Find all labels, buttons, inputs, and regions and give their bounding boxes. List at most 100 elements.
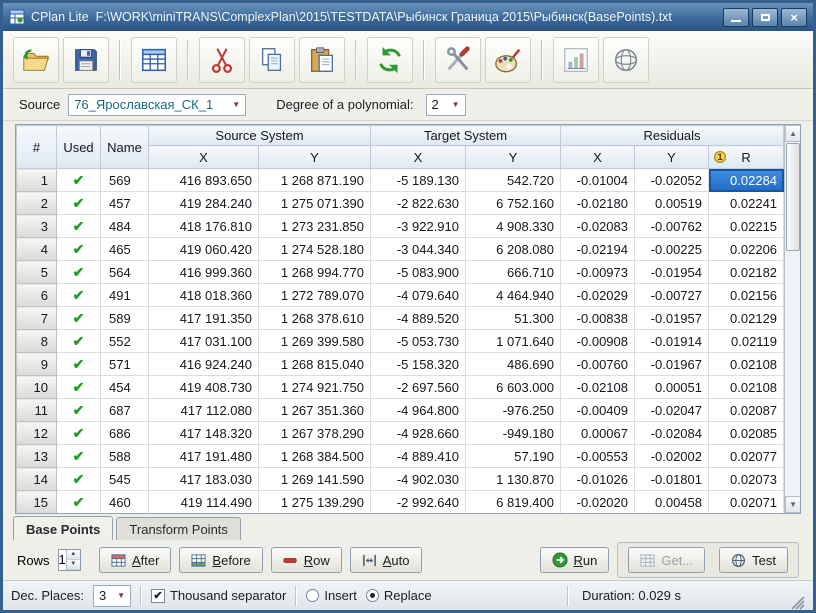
target-x-cell[interactable]: -2 992.640 xyxy=(371,491,466,514)
thousand-separator-checkbox[interactable]: ✔ xyxy=(151,589,165,603)
row-number-cell[interactable]: 14 xyxy=(17,468,57,491)
residual-r-cell[interactable]: 0.02206 xyxy=(709,238,784,261)
residual-x-cell[interactable]: -0.00553 xyxy=(561,445,635,468)
table-button[interactable] xyxy=(131,37,177,83)
residual-y-cell[interactable]: -0.01914 xyxy=(635,330,709,353)
source-y-cell[interactable]: 1 273 231.850 xyxy=(259,215,371,238)
replace-radio[interactable] xyxy=(366,589,379,602)
residual-x-cell[interactable]: -0.02083 xyxy=(561,215,635,238)
vertical-scrollbar[interactable]: ▲ ▼ xyxy=(784,125,801,513)
palette-button[interactable] xyxy=(485,37,531,83)
target-x-cell[interactable]: -5 189.130 xyxy=(371,169,466,192)
residual-x-cell[interactable]: -0.02194 xyxy=(561,238,635,261)
target-x-cell[interactable]: -4 902.030 xyxy=(371,468,466,491)
used-cell[interactable]: ✔ xyxy=(57,261,101,284)
source-y-cell[interactable]: 1 267 378.290 xyxy=(259,422,371,445)
tab-base-points[interactable]: Base Points xyxy=(13,516,113,540)
refresh-button[interactable] xyxy=(367,37,413,83)
target-x-cell[interactable]: -5 053.730 xyxy=(371,330,466,353)
source-y-cell[interactable]: 1 268 384.500 xyxy=(259,445,371,468)
get-button[interactable]: Get... xyxy=(628,547,705,573)
residual-r-cell[interactable]: 0.02215 xyxy=(709,215,784,238)
column-header-source-y[interactable]: Y xyxy=(259,146,371,169)
used-cell[interactable]: ✔ xyxy=(57,399,101,422)
residual-x-cell[interactable]: -0.01026 xyxy=(561,468,635,491)
used-cell[interactable]: ✔ xyxy=(57,422,101,445)
target-y-cell[interactable]: -949.180 xyxy=(466,422,561,445)
scrollbar-thumb[interactable] xyxy=(786,143,800,251)
residual-y-cell[interactable]: 0.00458 xyxy=(635,491,709,514)
target-y-cell[interactable]: 4 908.330 xyxy=(466,215,561,238)
source-x-cell[interactable]: 417 148.320 xyxy=(149,422,259,445)
tab-transform-points[interactable]: Transform Points xyxy=(116,517,241,540)
residual-y-cell[interactable]: 0.00051 xyxy=(635,376,709,399)
source-x-cell[interactable]: 418 018.360 xyxy=(149,284,259,307)
column-header-name[interactable]: Name xyxy=(101,126,149,169)
run-button[interactable]: Run xyxy=(540,547,610,573)
source-y-cell[interactable]: 1 269 399.580 xyxy=(259,330,371,353)
minimize-button[interactable] xyxy=(723,8,749,27)
residual-r-cell[interactable]: 0.02073 xyxy=(709,468,784,491)
target-x-cell[interactable]: -2 822.630 xyxy=(371,192,466,215)
source-x-cell[interactable]: 419 060.420 xyxy=(149,238,259,261)
scrollbar-track[interactable] xyxy=(785,252,801,496)
row-number-cell[interactable]: 6 xyxy=(17,284,57,307)
name-cell[interactable]: 454 xyxy=(101,376,149,399)
target-y-cell[interactable]: 6 819.400 xyxy=(466,491,561,514)
paste-button[interactable] xyxy=(299,37,345,83)
target-y-cell[interactable]: 486.690 xyxy=(466,353,561,376)
scroll-up-button[interactable]: ▲ xyxy=(785,125,801,142)
name-cell[interactable]: 589 xyxy=(101,307,149,330)
target-x-cell[interactable]: -4 964.800 xyxy=(371,399,466,422)
name-cell[interactable]: 545 xyxy=(101,468,149,491)
used-cell[interactable]: ✔ xyxy=(57,192,101,215)
source-x-cell[interactable]: 417 031.100 xyxy=(149,330,259,353)
row-number-cell[interactable]: 13 xyxy=(17,445,57,468)
source-y-cell[interactable]: 1 268 815.040 xyxy=(259,353,371,376)
source-x-cell[interactable]: 419 408.730 xyxy=(149,376,259,399)
target-x-cell[interactable]: -4 889.410 xyxy=(371,445,466,468)
target-x-cell[interactable]: -2 697.560 xyxy=(371,376,466,399)
rows-value[interactable]: 1 xyxy=(59,550,66,570)
column-header-residual-x[interactable]: X xyxy=(561,146,635,169)
row-number-cell[interactable]: 8 xyxy=(17,330,57,353)
globe-button[interactable] xyxy=(603,37,649,83)
target-y-cell[interactable]: 666.710 xyxy=(466,261,561,284)
degree-combobox[interactable]: 2 ▼ xyxy=(426,94,466,116)
residual-y-cell[interactable]: -0.02052 xyxy=(635,169,709,192)
save-button[interactable] xyxy=(63,37,109,83)
row-number-cell[interactable]: 7 xyxy=(17,307,57,330)
residual-x-cell[interactable]: -0.02108 xyxy=(561,376,635,399)
target-x-cell[interactable]: -4 928.660 xyxy=(371,422,466,445)
residual-x-cell[interactable]: -0.00973 xyxy=(561,261,635,284)
source-x-cell[interactable]: 417 191.480 xyxy=(149,445,259,468)
residual-r-cell[interactable]: 0.02156 xyxy=(709,284,784,307)
source-x-cell[interactable]: 417 183.030 xyxy=(149,468,259,491)
chart-button[interactable] xyxy=(553,37,599,83)
target-y-cell[interactable]: 6 208.080 xyxy=(466,238,561,261)
source-y-cell[interactable]: 1 268 378.610 xyxy=(259,307,371,330)
target-x-cell[interactable]: -5 158.320 xyxy=(371,353,466,376)
used-cell[interactable]: ✔ xyxy=(57,376,101,399)
residual-y-cell[interactable]: -0.01801 xyxy=(635,468,709,491)
residual-r-cell[interactable]: 0.02077 xyxy=(709,445,784,468)
target-x-cell[interactable]: -5 083.900 xyxy=(371,261,466,284)
residual-x-cell[interactable]: 0.00067 xyxy=(561,422,635,445)
source-y-cell[interactable]: 1 275 071.390 xyxy=(259,192,371,215)
residual-y-cell[interactable]: -0.00727 xyxy=(635,284,709,307)
used-cell[interactable]: ✔ xyxy=(57,238,101,261)
name-cell[interactable]: 588 xyxy=(101,445,149,468)
row-number-cell[interactable]: 5 xyxy=(17,261,57,284)
source-y-cell[interactable]: 1 268 994.770 xyxy=(259,261,371,284)
residual-x-cell[interactable]: -0.02180 xyxy=(561,192,635,215)
source-y-cell[interactable]: 1 274 921.750 xyxy=(259,376,371,399)
source-x-cell[interactable]: 418 176.810 xyxy=(149,215,259,238)
source-y-cell[interactable]: 1 275 139.290 xyxy=(259,491,371,514)
name-cell[interactable]: 686 xyxy=(101,422,149,445)
name-cell[interactable]: 465 xyxy=(101,238,149,261)
residual-y-cell[interactable]: -0.02002 xyxy=(635,445,709,468)
scroll-down-button[interactable]: ▼ xyxy=(785,496,801,513)
stepper-up-button[interactable]: ▲ xyxy=(67,550,80,560)
source-x-cell[interactable]: 419 114.490 xyxy=(149,491,259,514)
title-bar[interactable]: CPlan Lite F:\WORK\miniTRANS\ComplexPlan… xyxy=(3,3,813,31)
